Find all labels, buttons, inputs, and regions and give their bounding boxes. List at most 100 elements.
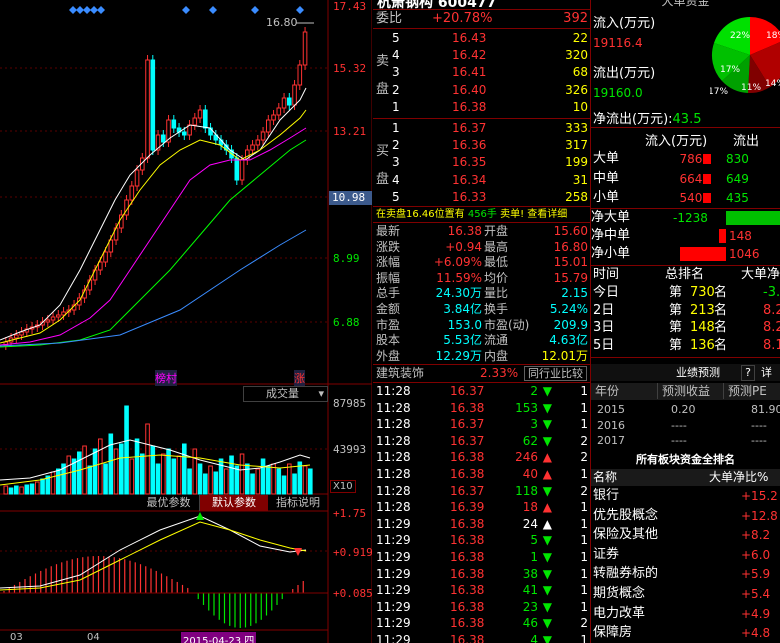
volume-bar	[119, 443, 124, 495]
candle	[197, 109, 203, 119]
volume-bar	[134, 438, 140, 495]
flow-row: 中单 6644 649	[593, 170, 749, 186]
volume-bar	[218, 458, 224, 495]
industry-compare-button[interactable]: 同行业比较	[524, 366, 587, 381]
sector-row[interactable]: 转融券标的 +5.9	[591, 565, 780, 583]
inflow-value: 19116.4	[593, 36, 643, 50]
buy-level-1[interactable]: 1 16.37 333	[392, 120, 588, 136]
arrow-down-icon: ▼	[542, 583, 552, 598]
inflow-bar	[703, 173, 711, 184]
vol-axis-1: 87985	[333, 397, 367, 410]
flow-row: 小单 5404 435	[593, 190, 749, 205]
volume-bar	[292, 473, 297, 495]
candle	[19, 331, 24, 336]
volume-bar	[108, 433, 114, 495]
svg-text:17%: 17%	[720, 65, 740, 75]
volume-bar	[281, 475, 287, 495]
tick-row: 11:28 16.37 118 ▼ 2	[376, 483, 588, 498]
flow-header: 大单资金	[661, 0, 710, 8]
sector-header: 名称 大单净比%	[591, 469, 780, 486]
buy-level-5[interactable]: 5 16.33 258	[392, 189, 588, 205]
candle	[171, 119, 177, 129]
sector-row[interactable]: 银行 +15.2	[591, 487, 780, 505]
sector-row[interactable]: 优先股概念 +12.8	[591, 507, 780, 525]
volume-bar	[140, 453, 145, 495]
arrow-down-icon: ▼	[542, 384, 552, 398]
buy-level-3[interactable]: 3 16.35 199	[392, 154, 588, 170]
net-outflow-row: 净流出(万元):43.5	[593, 112, 702, 127]
candle	[255, 139, 261, 146]
volume-bar	[19, 486, 24, 495]
kline-chart-area[interactable]	[0, 0, 372, 643]
industry-name: 建筑装饰	[376, 366, 425, 380]
buy-level-2[interactable]: 2 16.36 317	[392, 137, 588, 153]
net-bar	[719, 229, 726, 243]
tab-best-params[interactable]: 最优参数	[138, 495, 200, 511]
sell-level-1[interactable]: 1 16.38 10	[392, 99, 588, 115]
sell-level-2[interactable]: 2 16.40 326	[392, 82, 588, 98]
arrow-down-icon: ▼	[542, 433, 552, 448]
arrow-down-icon: ▼	[542, 400, 552, 415]
candle	[103, 251, 108, 263]
price-axis-top: 17.43	[333, 0, 367, 13]
sector-row[interactable]: 保险及其他 +8.2	[591, 526, 780, 544]
buy-level-4[interactable]: 4 16.34 31	[392, 172, 588, 188]
volume-bar	[229, 455, 234, 495]
sector-row[interactable]: 保障房 +4.8	[591, 624, 780, 642]
macd-axis-1: +1.75	[333, 507, 367, 520]
volume-bar	[224, 468, 229, 495]
forecast-row: 2015 0.20 81.90	[597, 403, 780, 416]
volume-bar	[182, 443, 187, 495]
volume-bar	[192, 448, 198, 495]
kline-tag-2[interactable]: 涨	[294, 370, 305, 386]
volume-bar	[271, 463, 276, 495]
candle	[182, 131, 187, 136]
volume-bar	[3, 485, 9, 495]
tab-default-params[interactable]: 默认参数	[200, 495, 268, 511]
tick-row: 11:28 16.37 3 ▼ 1	[376, 417, 588, 432]
weibi-row: 委比 +20.78% 392	[376, 11, 588, 26]
tick-row: 11:28 16.37 62 ▼ 2	[376, 433, 588, 448]
arrow-down-icon: ▼	[542, 550, 552, 564]
vol-unit: X10	[330, 480, 356, 493]
volume-bar	[77, 451, 82, 495]
tab-indicator-help[interactable]: 指标说明	[268, 495, 328, 511]
kline-tag-1[interactable]: 榜村	[155, 370, 177, 386]
candle	[50, 316, 56, 321]
svg-text:11%: 11%	[741, 83, 761, 93]
forecast-help-button[interactable]: ?	[741, 365, 755, 381]
price-axis-2: 15.32	[333, 62, 367, 75]
tick-row: 11:28 16.39 18 ▲ 1	[376, 500, 588, 515]
sector-row[interactable]: 期货概念 +5.4	[591, 585, 780, 603]
candle	[276, 107, 282, 116]
volume-bar	[266, 465, 271, 495]
quote-stat-row: 总手 24.30万 量比 2.15	[376, 286, 588, 301]
arrow-down-icon: ▼	[542, 483, 552, 498]
big-order-notice[interactable]: 在卖盘16.46位置有 456手 卖单! 查看详细	[376, 207, 567, 223]
buy-side-label: 买盘	[376, 144, 390, 187]
volume-bar	[145, 423, 150, 495]
volume-bar	[239, 453, 245, 495]
sell-level-4[interactable]: 4 16.42 320	[392, 47, 588, 63]
sell-level-3[interactable]: 3 16.41 68	[392, 64, 588, 80]
sector-row[interactable]: 证券 +6.0	[591, 546, 780, 564]
forecast-detail-link[interactable]: 详	[761, 364, 772, 381]
stock-terminal: 17.43 16.80 15.32 13.21 10.98 8.99 6.88 …	[0, 0, 780, 643]
volume-bar	[161, 453, 166, 495]
rank-row: 3日第 148 名 8.2	[593, 320, 780, 335]
tick-row: 11:28 16.38 153 ▼ 1	[376, 400, 588, 415]
tick-row: 11:29 16.38 1 ▼ 1	[376, 550, 588, 564]
volume-bar	[129, 458, 135, 495]
indicator-select[interactable]: 成交量 ▾	[243, 386, 328, 402]
forecast-header: 业绩预测 ? 详	[591, 364, 780, 381]
candle	[287, 97, 292, 106]
candle	[266, 119, 271, 133]
arrow-down-icon: ▼	[542, 599, 552, 614]
volume-bar	[213, 471, 219, 495]
sell-level-5[interactable]: 5 16.43 22	[392, 30, 588, 46]
sector-row[interactable]: 电力改革 +4.9	[591, 605, 780, 623]
macd-axis-2: +0.919	[333, 546, 373, 559]
net-flow-row: 净小单 1046	[591, 246, 760, 261]
tick-row: 11:28 16.38 40 ▲ 1	[376, 467, 588, 481]
tick-row: 11:29 16.38 41 ▼ 1	[376, 583, 588, 598]
